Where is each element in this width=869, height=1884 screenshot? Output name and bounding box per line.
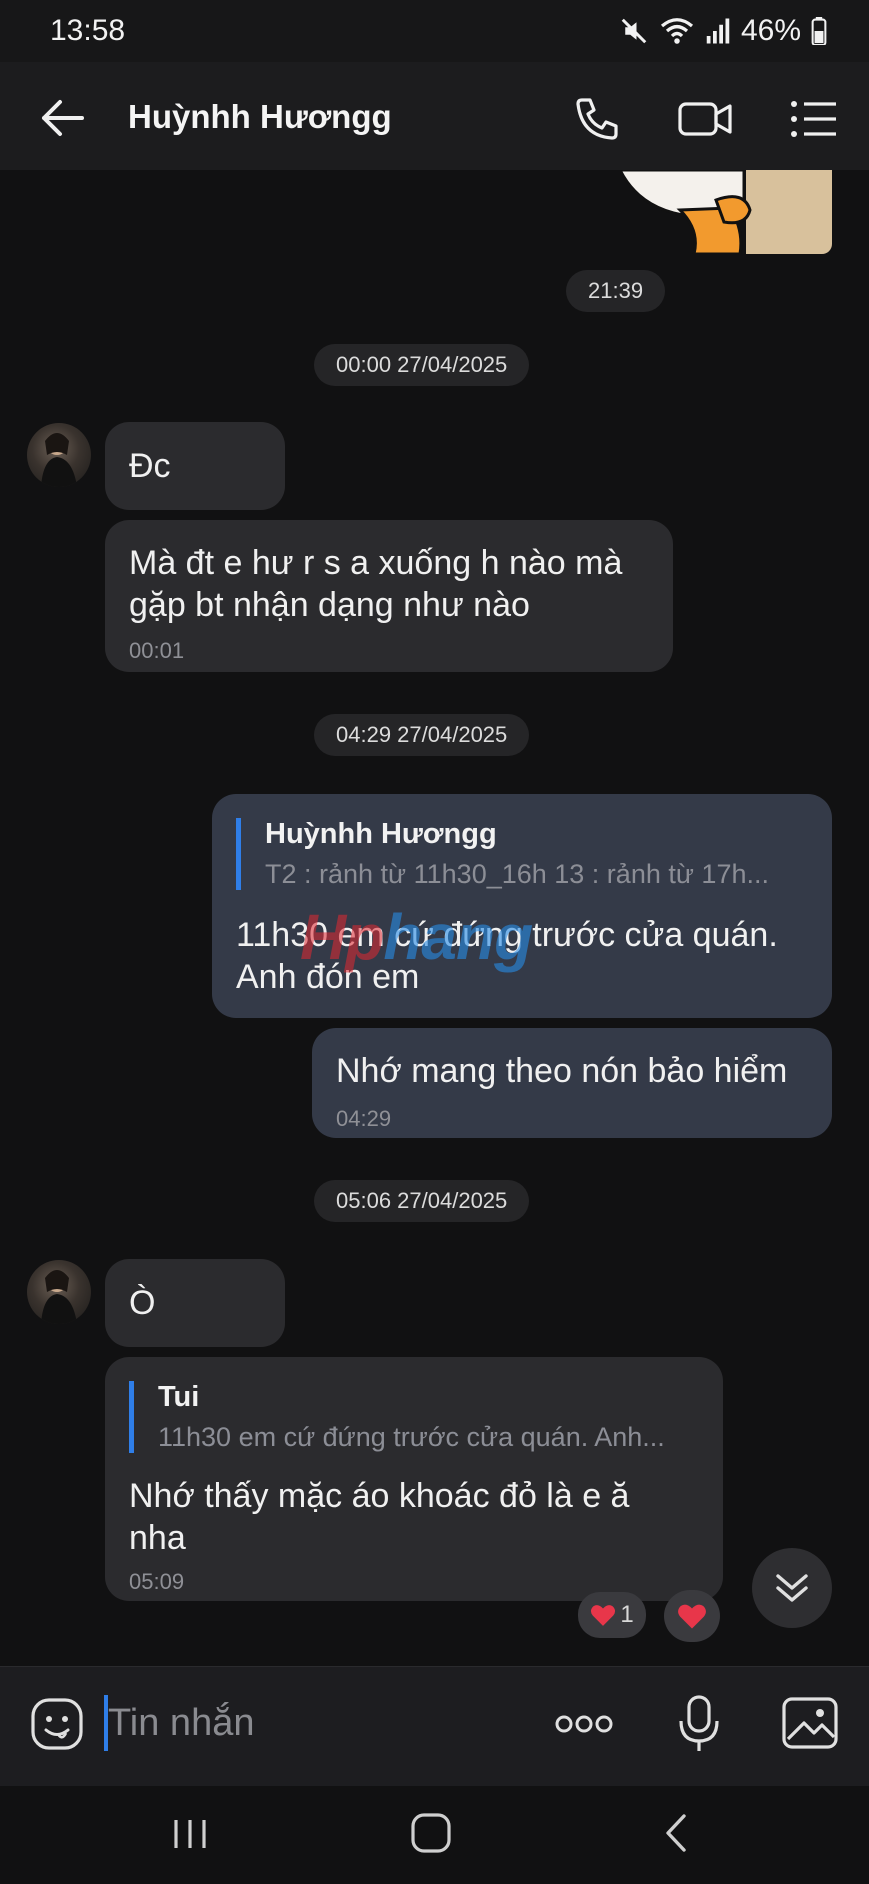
message-text: Ò (129, 1284, 156, 1322)
emoji-button[interactable] (28, 1695, 86, 1753)
voice-call-button[interactable] (570, 92, 624, 146)
home-icon (411, 1813, 451, 1853)
incoming-message[interactable]: Đc (105, 422, 285, 510)
mute-icon (621, 18, 647, 44)
message-time: 04:29 (336, 1106, 392, 1131)
list-menu-icon (791, 101, 836, 137)
message-text: Nhớ mang theo nón bảo hiểm (336, 1052, 788, 1090)
date-pill: 00:00 27/04/2025 (314, 344, 530, 386)
quoted-snippet: T2 : rảnh từ 11h30_16h 13 : rảnh từ 17h.… (265, 859, 769, 889)
message-text-line: gặp bt nhận dạng như nào (129, 586, 530, 624)
chat-header: Huỳnhh Hươngg (0, 62, 869, 170)
status-icons: 46% (619, 14, 827, 48)
quoted-snippet: 11h30 em cứ đứng trước cửa quán. Anh... (158, 1422, 665, 1452)
message-input[interactable] (108, 1691, 508, 1755)
recents-icon (174, 1820, 206, 1848)
ellipsis-icon (555, 1715, 613, 1733)
battery-icon (811, 17, 827, 45)
date-pill: 05:06 27/04/2025 (314, 1180, 530, 1222)
message-text-line: Anh đón em (236, 958, 420, 996)
reaction-count: 1 (620, 1601, 634, 1628)
back-button[interactable] (36, 90, 92, 146)
date-pill: 04:29 27/04/2025 (314, 714, 530, 756)
add-reaction-button[interactable] (664, 1590, 720, 1642)
status-bar: 13:58 46% (0, 0, 869, 62)
contact-name[interactable]: Huỳnhh Hươngg (128, 98, 392, 136)
incoming-message[interactable]: Mà đt e hư r s a xuống h nào mà gặp bt n… (105, 520, 673, 672)
outgoing-message[interactable]: Nhớ mang theo nón bảo hiểm 04:29 (312, 1028, 832, 1138)
video-call-button[interactable] (676, 92, 736, 146)
sticker-image[interactable] (620, 170, 832, 254)
scroll-to-bottom-button[interactable] (752, 1548, 832, 1628)
quoted-message[interactable]: Huỳnhh Hươngg T2 : rảnh từ 11h30_16h 13 … (236, 818, 825, 890)
chevron-left-icon (666, 1814, 686, 1852)
heart-icon (591, 1605, 616, 1626)
wifi-icon (660, 18, 693, 44)
message-text-line: Nhớ thấy mặc áo khoác đỏ là e ă (129, 1477, 630, 1515)
more-options-button[interactable] (552, 1699, 616, 1749)
microphone-icon (679, 1695, 719, 1751)
home-button[interactable] (406, 1808, 456, 1858)
message-composer (0, 1666, 869, 1787)
signal-icon (706, 18, 730, 44)
gallery-button[interactable] (780, 1695, 840, 1751)
time-pill: 21:39 (566, 270, 666, 312)
quoted-sender: Tui (158, 1381, 200, 1413)
video-camera-icon (678, 102, 732, 136)
arrow-left-icon (42, 100, 84, 136)
heart-icon (678, 1604, 706, 1629)
outgoing-message[interactable]: Huỳnhh Hươngg T2 : rảnh từ 11h30_16h 13 … (212, 794, 832, 1018)
image-icon (782, 1697, 838, 1749)
message-text: Đc (129, 447, 171, 485)
quoted-sender: Huỳnhh Hươngg (265, 818, 497, 850)
chat-menu-button[interactable] (786, 92, 840, 146)
avatar[interactable] (27, 423, 91, 487)
message-time: 00:01 (129, 638, 185, 663)
incoming-message[interactable]: Tui 11h30 em cứ đứng trước cửa quán. Anh… (105, 1357, 723, 1601)
message-text-line: nha (129, 1519, 186, 1557)
system-nav-bar (0, 1786, 869, 1884)
message-time: 05:09 (129, 1569, 185, 1594)
incoming-message[interactable]: Ò (105, 1259, 285, 1347)
reaction-badge[interactable]: 1 (578, 1592, 646, 1638)
sticker-smile-icon (31, 1698, 83, 1750)
message-text-line: 11h30 em cứ đứng trước cửa quán. (236, 916, 778, 954)
avatar[interactable] (27, 1260, 91, 1324)
status-time: 13:58 (50, 14, 126, 47)
message-text-line: Mà đt e hư r s a xuống h nào mà (129, 544, 623, 582)
battery-percent: 46% (740, 14, 801, 47)
phone-icon (576, 98, 618, 140)
system-back-button[interactable] (656, 1808, 696, 1858)
recents-button[interactable] (168, 1810, 212, 1858)
quoted-message[interactable]: Tui 11h30 em cứ đứng trước cửa quán. Anh… (129, 1381, 718, 1453)
voice-message-button[interactable] (676, 1693, 722, 1755)
double-chevron-down-icon (776, 1574, 808, 1602)
